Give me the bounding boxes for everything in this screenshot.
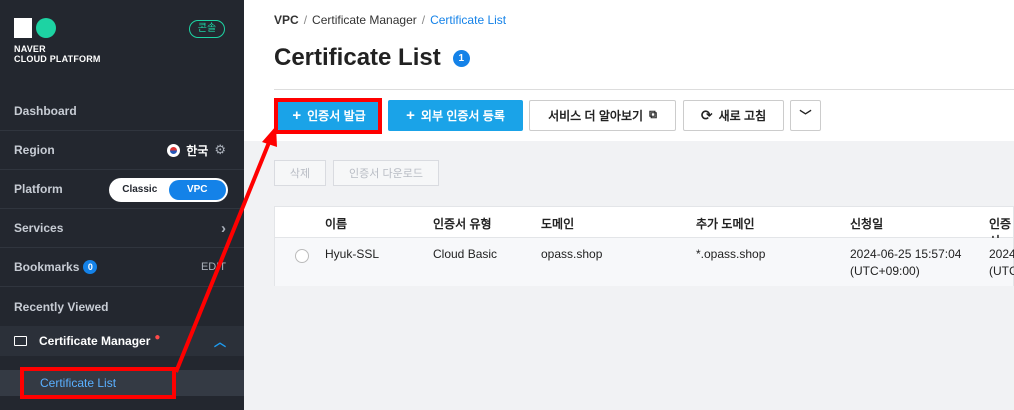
annotation-arrow xyxy=(174,126,277,373)
